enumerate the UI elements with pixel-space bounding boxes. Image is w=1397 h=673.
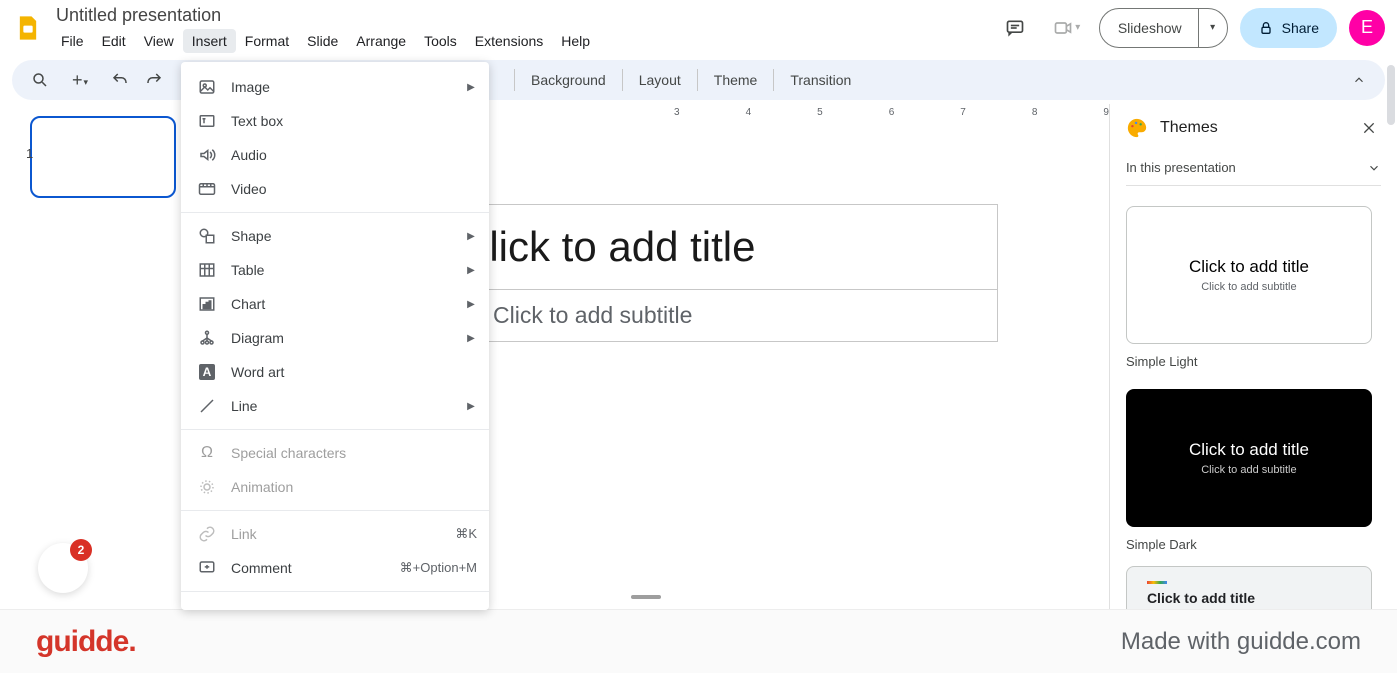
share-label: Share [1282, 20, 1319, 36]
theme-color-bar [1147, 581, 1167, 584]
subtitle-placeholder[interactable]: Click to add subtitle [474, 290, 998, 342]
shape-icon [197, 226, 217, 246]
chat-widget[interactable]: 2 [38, 543, 88, 593]
palette-icon [1126, 117, 1148, 139]
menu-divider [181, 429, 489, 430]
menu-arrange[interactable]: Arrange [347, 29, 415, 53]
menu-edit[interactable]: Edit [93, 29, 135, 53]
diagram-icon [197, 328, 217, 348]
submenu-arrow-icon: ▶ [465, 299, 477, 310]
transition-button[interactable]: Transition [776, 66, 865, 94]
menu-item-animation: Animation [181, 470, 489, 504]
separator [773, 69, 774, 91]
menu-item-shape[interactable]: Shape ▶ [181, 219, 489, 253]
chevron-down-icon [1367, 161, 1381, 175]
menu-divider [181, 212, 489, 213]
close-icon[interactable] [1357, 116, 1381, 140]
user-avatar[interactable]: E [1349, 10, 1385, 46]
watermark-footer: guidde. Made with guidde.com [0, 609, 1397, 673]
menu-item-diagram[interactable]: Diagram ▶ [181, 321, 489, 355]
comments-icon[interactable] [995, 8, 1035, 48]
submenu-arrow-icon: ▶ [465, 82, 477, 93]
themes-section-header[interactable]: In this presentation [1126, 150, 1381, 186]
resize-handle[interactable] [631, 595, 661, 599]
title-placeholder[interactable]: Click to add title [474, 204, 998, 290]
background-button[interactable]: Background [517, 66, 620, 94]
plus-icon: + [197, 605, 217, 610]
slideshow-dropdown[interactable]: ▾ [1199, 9, 1227, 47]
meet-icon[interactable]: ▾ [1047, 8, 1087, 48]
menu-item-link: Link ⌘K [181, 517, 489, 551]
chart-icon [197, 294, 217, 314]
menu-divider [181, 510, 489, 511]
slideshow-button[interactable]: Slideshow ▾ [1099, 8, 1228, 48]
slide-thumbnail[interactable] [30, 116, 176, 198]
special-chars-icon: Ω [197, 443, 217, 463]
table-icon [197, 260, 217, 280]
menu-item-audio[interactable]: Audio [181, 138, 489, 172]
menu-item-special-chars: Ω Special characters [181, 436, 489, 470]
menu-insert[interactable]: Insert [183, 29, 236, 53]
theme-card-simple-dark[interactable]: Click to add title Click to add subtitle… [1126, 389, 1381, 552]
menu-file[interactable]: File [52, 29, 93, 53]
menu-divider [181, 591, 489, 592]
menu-item-wordart[interactable]: A Word art [181, 355, 489, 389]
theme-button[interactable]: Theme [700, 66, 772, 94]
submenu-arrow-icon: ▶ [465, 231, 477, 242]
menu-item-chart[interactable]: Chart ▶ [181, 287, 489, 321]
menu-item-video[interactable]: Video [181, 172, 489, 206]
menu-item-comment[interactable]: Comment ⌘+Option+M [181, 551, 489, 585]
theme-card-streamline[interactable]: Click to add title [1126, 566, 1381, 609]
menu-item-textbox[interactable]: Text box [181, 104, 489, 138]
share-button[interactable]: Share [1240, 8, 1337, 48]
separator [514, 69, 515, 91]
doc-title[interactable]: Untitled presentation [52, 3, 995, 28]
menu-item-table[interactable]: Table ▶ [181, 253, 489, 287]
new-slide-button[interactable]: + ▾ [58, 64, 102, 96]
notification-badge: 2 [70, 539, 92, 561]
themes-panel: Themes In this presentation Click to add… [1109, 104, 1397, 609]
menu-view[interactable]: View [135, 29, 183, 53]
guidde-logo: guidde. [36, 625, 136, 659]
scrollbar[interactable] [1387, 104, 1395, 609]
submenu-arrow-icon: ▶ [465, 265, 477, 276]
separator [697, 69, 698, 91]
menu-tools[interactable]: Tools [415, 29, 466, 53]
collapse-toolbar-icon[interactable] [1343, 64, 1375, 96]
menu-help[interactable]: Help [552, 29, 599, 53]
search-icon[interactable] [24, 64, 56, 96]
submenu-arrow-icon: ▶ [465, 333, 477, 344]
slideshow-label[interactable]: Slideshow [1100, 9, 1199, 47]
audio-icon [197, 145, 217, 165]
redo-icon[interactable] [138, 64, 170, 96]
textbox-icon [197, 111, 217, 131]
undo-icon[interactable] [104, 64, 136, 96]
menubar: File Edit View Insert Format Slide Arran… [52, 29, 995, 53]
menu-item-new-slide[interactable]: + New slide Ctrl+M [181, 598, 489, 610]
menu-format[interactable]: Format [236, 29, 298, 53]
wordart-icon: A [197, 362, 217, 382]
made-with-text: Made with guidde.com [1121, 628, 1361, 656]
animation-icon [197, 477, 217, 497]
slide-number: 1 [26, 146, 33, 161]
comment-icon [197, 558, 217, 578]
theme-card-simple-light[interactable]: Click to add title Click to add subtitle… [1126, 206, 1381, 369]
insert-dropdown-menu: Image ▶ Text box Audio Video Shape ▶ Tab… [181, 62, 489, 610]
themes-title: Themes [1160, 119, 1345, 137]
submenu-arrow-icon: ▶ [465, 401, 477, 412]
slides-logo[interactable] [8, 8, 48, 48]
slide-filmstrip: 1 [0, 104, 184, 609]
image-icon [197, 77, 217, 97]
separator [622, 69, 623, 91]
lock-icon [1258, 20, 1274, 36]
menu-slide[interactable]: Slide [298, 29, 347, 53]
link-icon [197, 524, 217, 544]
menu-extensions[interactable]: Extensions [466, 29, 552, 53]
menu-item-image[interactable]: Image ▶ [181, 70, 489, 104]
line-icon [197, 396, 217, 416]
layout-button[interactable]: Layout [625, 66, 695, 94]
menu-item-line[interactable]: Line ▶ [181, 389, 489, 423]
video-icon [197, 179, 217, 199]
